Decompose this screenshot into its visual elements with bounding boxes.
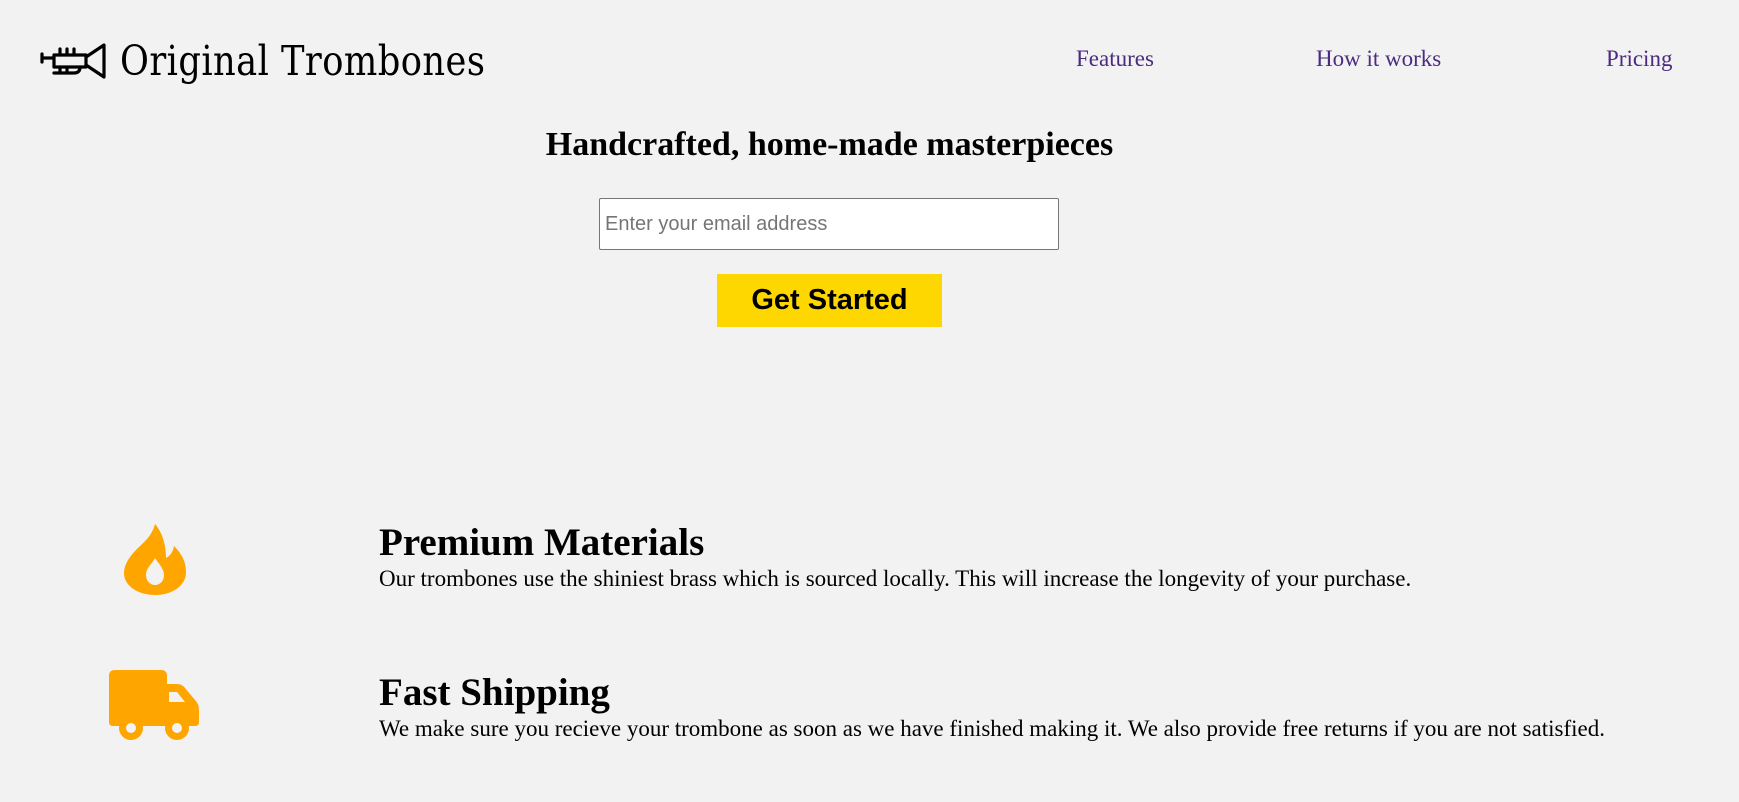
fire-icon xyxy=(100,514,210,604)
feature-description: Our trombones use the shiniest brass whi… xyxy=(379,566,1412,591)
feature-title: Fast Shipping xyxy=(379,671,610,714)
nav-link-features[interactable]: Features xyxy=(1076,46,1154,72)
feature-title: Premium Materials xyxy=(379,521,705,564)
email-input[interactable] xyxy=(599,198,1059,250)
nav-link-how-it-works[interactable]: How it works xyxy=(1316,46,1441,72)
feature-description: We make sure you recieve your trombone a… xyxy=(379,716,1605,741)
hero-title: Handcrafted, home-made masterpieces xyxy=(545,126,1114,163)
site-header: Original Trombones Features How it works… xyxy=(0,0,1739,120)
main-nav: Features How it works Pricing xyxy=(0,46,1739,82)
hero-section: Handcrafted, home-made masterpieces Get … xyxy=(0,120,1659,327)
get-started-button[interactable]: Get Started xyxy=(717,274,942,327)
feature-item-fast-shipping: Fast Shipping We make sure you recieve y… xyxy=(0,650,1739,760)
feature-item-premium-materials: Premium Materials Our trombones use the … xyxy=(0,500,1739,610)
truck-icon xyxy=(100,660,210,750)
nav-link-pricing[interactable]: Pricing xyxy=(1606,46,1672,72)
